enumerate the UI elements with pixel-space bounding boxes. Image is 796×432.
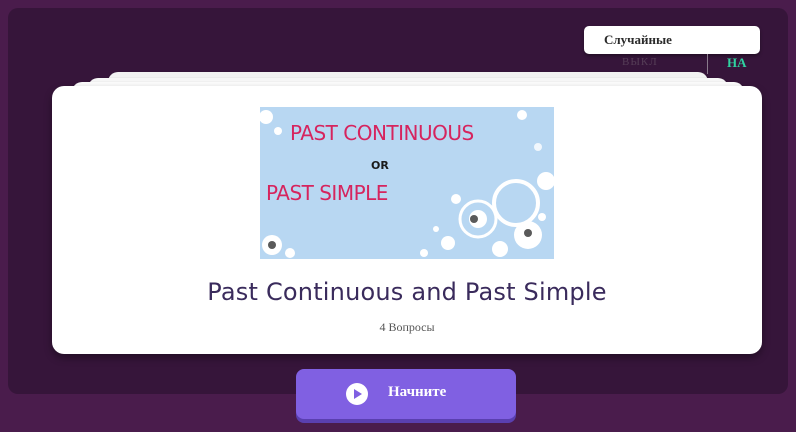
quiz-cover-image: PAST CONTINUOUS OR PAST SIMPLE	[260, 107, 554, 259]
toggle-on-label[interactable]: НА	[727, 55, 747, 71]
questions-count: 4 Вопросы	[379, 320, 435, 334]
start-button-label: Начните	[388, 384, 447, 400]
toggle-divider	[707, 54, 708, 74]
cover-title-line2: OR	[371, 159, 389, 172]
random-toggle[interactable]: Случайные	[584, 26, 760, 54]
quiz-title: Past Continuous and Past Simple	[207, 278, 607, 306]
random-toggle-label: Случайные	[604, 32, 672, 47]
toggle-off-label[interactable]: ВЫКЛ	[622, 56, 658, 68]
start-button[interactable]: Начните	[296, 369, 516, 419]
cover-title-line1: PAST CONTINUOUS	[290, 121, 474, 145]
play-icon	[346, 383, 368, 405]
cover-title-line3: PAST SIMPLE	[266, 181, 388, 205]
